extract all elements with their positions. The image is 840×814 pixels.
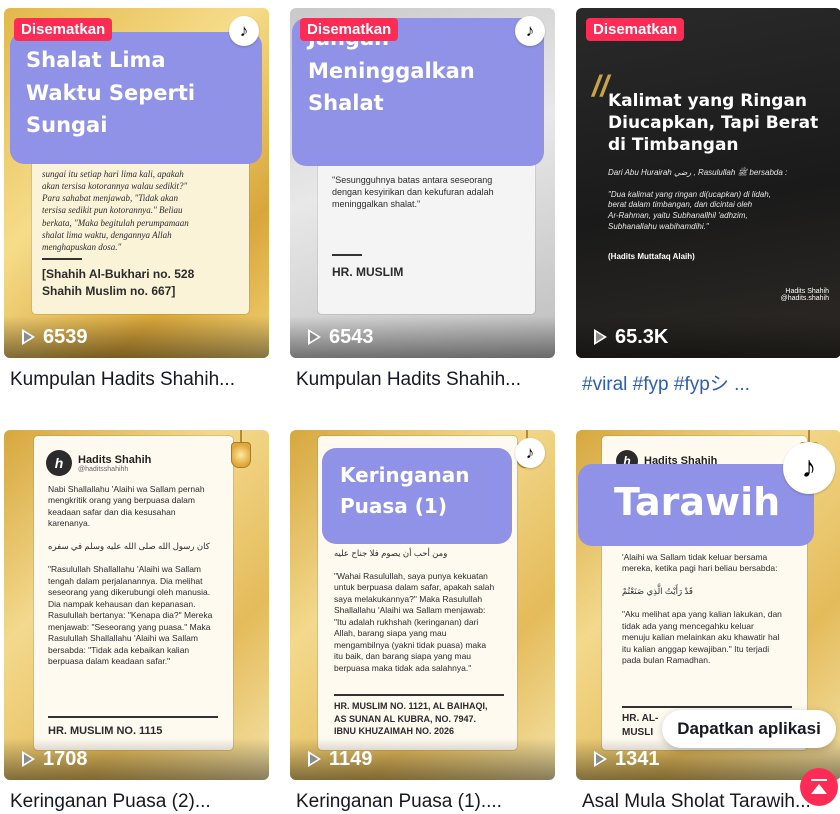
back-to-top-button[interactable] <box>800 768 838 806</box>
get-app-button[interactable]: Dapatkan aplikasi <box>662 710 836 748</box>
divider <box>622 706 792 708</box>
video-thumbnail[interactable]: Disematkan ♪ Jangan Meninggalkan Shalat … <box>290 8 555 358</box>
thumbnail-title: Kalimat yang Ringan Diucapkan, Tapi Bera… <box>608 91 819 156</box>
play-icon <box>308 329 321 345</box>
video-thumbnail[interactable]: Disematkan ♪ Shalat Lima Waktu Seperti S… <box>4 8 269 358</box>
view-count-value: 6539 <box>43 325 88 348</box>
thumbnail-reference: HR. AL- MUSLI <box>622 713 659 738</box>
tiktok-logo-icon: ♪ <box>515 438 545 468</box>
play-icon <box>22 751 35 767</box>
brand-watermark: Hadits Shahih @hadits.shahih <box>780 288 829 302</box>
thumbnail-body-text: 'Alaihi wa Sallam tidak keluar bersama m… <box>622 552 782 666</box>
view-count: 65.3K <box>576 316 840 358</box>
pinned-badge: Disematkan <box>14 18 113 41</box>
video-card[interactable]: h Hadits Shahih @haditsshahihh Nabi Shal… <box>4 430 269 812</box>
video-card[interactable]: Disematkan // Kalimat yang Ringan Diucap… <box>576 8 840 395</box>
video-caption[interactable]: Keringanan Puasa (2)... <box>10 791 272 813</box>
thumbnail-title: Shalat Lima Waktu Seperti Sungai <box>10 32 262 164</box>
thumbnail-title: Keringanan Puasa (1) <box>322 448 512 544</box>
video-caption[interactable]: Kumpulan Hadits Shahih... <box>10 369 272 391</box>
back-to-top-icon <box>811 779 827 781</box>
thumbnail-reference: HR. MUSLIM NO. 1121, AL BAIHAQI, AS SUNA… <box>334 701 488 737</box>
thumbnail-reference: [Shahih Al-Bukhari no. 528 Shahih Muslim… <box>42 267 195 298</box>
video-caption[interactable]: Kumpulan Hadits Shahih... <box>296 369 558 391</box>
thumbnail-body-text: sungai itu setiap hari lima kali, apakah… <box>42 169 189 252</box>
view-count-value: 1149 <box>329 747 373 770</box>
thumbnail-body-text: Nabi Shallallahu 'Alaihi wa Sallam perna… <box>48 484 213 667</box>
view-count: 1149 <box>290 738 555 780</box>
divider <box>42 258 82 260</box>
tiktok-logo-icon: ♪ <box>229 16 259 46</box>
channel-name: Hadits Shahih <box>78 453 152 466</box>
pinned-badge: Disematkan <box>586 18 685 41</box>
avatar: h <box>46 450 72 476</box>
view-count-value: 6543 <box>329 325 374 348</box>
play-icon <box>22 329 35 345</box>
video-caption[interactable]: #viral #fyp #fypシ ... <box>582 369 840 396</box>
play-icon <box>594 751 607 767</box>
play-icon <box>308 751 321 767</box>
quote-mark-icon: // <box>592 70 609 103</box>
video-caption[interactable]: Keringanan Puasa (1).... <box>296 791 558 813</box>
thumbnail-body-text: "Sesungguhnya batas antara seseorang den… <box>332 175 494 210</box>
view-count: 6543 <box>290 316 555 358</box>
channel-header: h Hadits Shahih @haditsshahihh <box>46 450 151 476</box>
thumbnail-body-text: ومن أحب أن يصوم فلا جناح عليه "Wahai Ras… <box>334 548 495 673</box>
view-count-value: 1341 <box>615 747 660 770</box>
video-thumbnail[interactable]: Disematkan // Kalimat yang Ringan Diucap… <box>576 8 840 358</box>
view-count: 6539 <box>4 316 269 358</box>
video-thumbnail[interactable]: h Hadits Shahih @haditsshahihh Nabi Shal… <box>4 430 269 780</box>
video-thumbnail[interactable]: ♪ Keringanan Puasa (1) ومن أحب أن يصوم ف… <box>290 430 555 780</box>
divider <box>332 254 362 256</box>
channel-handle: @haditsshahihh <box>78 465 129 473</box>
thumbnail-reference: HR. MUSLIM <box>332 265 404 279</box>
tiktok-logo-icon: ♪ <box>515 16 545 46</box>
arrow-up-icon <box>811 784 827 794</box>
pinned-badge: Disematkan <box>300 18 399 41</box>
view-count-value: 65.3K <box>615 325 669 348</box>
tiktok-logo-icon: ♪ <box>783 442 835 494</box>
view-count-value: 1708 <box>43 747 88 770</box>
video-card[interactable]: Disematkan ♪ Jangan Meninggalkan Shalat … <box>290 8 555 390</box>
play-icon <box>594 329 607 345</box>
thumbnail-reference: (Hadits Muttafaq Alaih) <box>608 252 695 261</box>
video-grid: Disematkan ♪ Shalat Lima Waktu Seperti S… <box>0 0 840 814</box>
view-count: 1708 <box>4 738 269 780</box>
lantern-icon <box>226 430 256 474</box>
divider <box>48 716 218 718</box>
video-card[interactable]: Disematkan ♪ Shalat Lima Waktu Seperti S… <box>4 8 269 390</box>
thumbnail-body-text: Dari Abu Hurairah رضي , Rasulullah ﷺ ber… <box>608 168 788 231</box>
divider <box>334 694 504 696</box>
thumbnail-title: Tarawih <box>578 464 814 546</box>
video-card[interactable]: ♪ Keringanan Puasa (1) ومن أحب أن يصوم ف… <box>290 430 555 812</box>
